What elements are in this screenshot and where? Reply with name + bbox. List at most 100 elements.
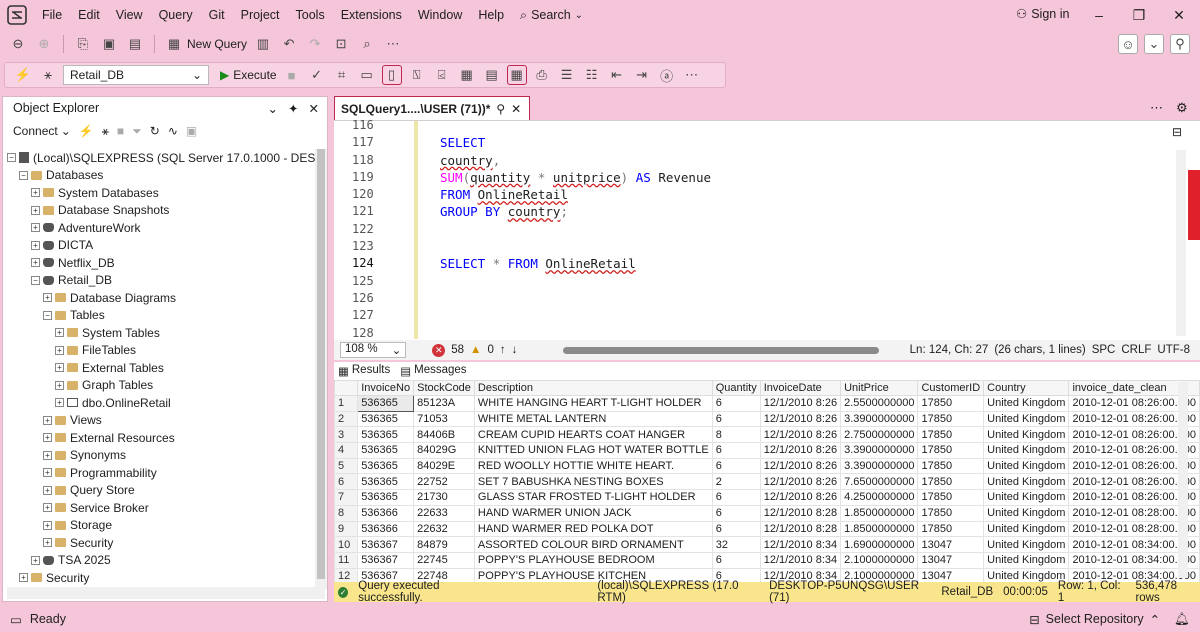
grid-cell[interactable]: 8 bbox=[711, 426, 761, 444]
expand-icon[interactable]: + bbox=[31, 188, 40, 198]
more-icon[interactable]: ⋯ bbox=[383, 34, 403, 54]
forward-icon[interactable]: ⊕ bbox=[34, 34, 54, 54]
grid-cell[interactable]: 13047 bbox=[917, 536, 985, 553]
results-to-text-icon[interactable]: ▯ bbox=[381, 65, 402, 85]
menu-item-query[interactable]: Query bbox=[151, 8, 201, 22]
menu-item-git[interactable]: Git bbox=[201, 8, 233, 22]
expand-icon[interactable]: + bbox=[43, 468, 52, 478]
grid-cell[interactable]: 1.8500000000 bbox=[840, 520, 919, 538]
grid-cell[interactable]: 32 bbox=[711, 536, 761, 553]
tree-node[interactable]: + Programmability bbox=[7, 464, 315, 482]
table-row[interactable]: 1 536365 85123A WHITE HANGING HEART T-LIGHT… bbox=[334, 395, 1200, 412]
specify-values-icon[interactable]: ⎙ bbox=[532, 65, 552, 85]
line-ending[interactable]: CRLF bbox=[1121, 344, 1151, 356]
spacing-mode[interactable]: SPC bbox=[1092, 344, 1116, 356]
grid-cell[interactable]: United Kingdom bbox=[983, 473, 1070, 491]
grid-cell[interactable]: 1.6900000000 bbox=[840, 536, 919, 553]
grid-cell[interactable]: United Kingdom bbox=[983, 567, 1070, 582]
tree-node[interactable]: + Security bbox=[7, 569, 315, 587]
grid-cell[interactable]: 84029G bbox=[413, 442, 475, 459]
arrow-up-icon[interactable]: ↑ bbox=[500, 344, 506, 356]
uncomment-icon[interactable]: ☷ bbox=[582, 65, 602, 85]
expand-icon[interactable]: + bbox=[43, 415, 52, 425]
grid-cell[interactable]: 6 bbox=[711, 442, 761, 459]
grid-cell[interactable]: 84879 bbox=[413, 536, 475, 553]
tree-node[interactable]: + Database Snapshots bbox=[7, 202, 315, 220]
grid-cell[interactable]: 536365 bbox=[357, 442, 415, 459]
tree-node[interactable]: + External Tables bbox=[7, 359, 315, 377]
grid-cell[interactable]: CREAM CUPID HEARTS COAT HANGER bbox=[473, 426, 713, 444]
grid-cell[interactable]: United Kingdom bbox=[983, 395, 1070, 412]
grid-cell[interactable]: 6 bbox=[711, 520, 761, 538]
expand-icon[interactable]: + bbox=[55, 380, 64, 390]
expand-icon[interactable]: + bbox=[31, 555, 40, 565]
column-header[interactable]: Country bbox=[983, 380, 1070, 396]
grid-cell[interactable]: 17850 bbox=[917, 426, 985, 444]
tree-node[interactable]: + DICTA bbox=[7, 237, 315, 255]
activity-monitor-icon[interactable]: ∿ bbox=[168, 124, 178, 138]
estimated-plan-icon[interactable]: ⌗ bbox=[332, 65, 352, 85]
table-row[interactable]: 3 536365 84406B CREAM CUPID HEARTS COAT HAN… bbox=[334, 426, 1200, 444]
row-number[interactable]: 1 bbox=[334, 395, 359, 412]
tree-node[interactable]: + TSA 2025 bbox=[7, 552, 315, 570]
grid-cell[interactable]: United Kingdom bbox=[983, 489, 1070, 506]
table-row[interactable]: 7 536365 21730 GLASS STAR FROSTED T-LIGHT H… bbox=[334, 489, 1200, 506]
chevron-down-icon[interactable]: ⌄ bbox=[268, 101, 278, 116]
query-file-icon[interactable]: ▥ bbox=[253, 34, 273, 54]
grid-cell[interactable]: 17850 bbox=[917, 504, 985, 522]
more-icon[interactable]: ⋯ bbox=[682, 65, 702, 85]
grid-cell[interactable]: 12/1/2010 8:26 bbox=[759, 395, 842, 412]
column-header[interactable]: Quantity bbox=[711, 380, 761, 396]
restore-button[interactable]: ❐ bbox=[1124, 4, 1154, 26]
grid-cell[interactable]: 12/1/2010 8:26 bbox=[759, 473, 842, 491]
grid-cell[interactable]: 1.8500000000 bbox=[840, 504, 919, 522]
pin-icon[interactable]: ✦ bbox=[288, 101, 298, 116]
select-repository-button[interactable]: ⊟ Select Repository ⌃ bbox=[1029, 612, 1160, 627]
grid-cell[interactable]: 536365 bbox=[357, 457, 415, 475]
grid-cell[interactable]: 71053 bbox=[413, 410, 475, 428]
tree-node[interactable]: + AdventureWork bbox=[7, 219, 315, 237]
connect-button[interactable]: Connect ⌄ bbox=[13, 124, 71, 138]
grid-cell[interactable]: 6 bbox=[711, 489, 761, 506]
grid-cell[interactable]: POPPY'S PLAYHOUSE BEDROOM bbox=[473, 551, 713, 569]
grid-cell[interactable]: United Kingdom bbox=[983, 536, 1070, 553]
grid-cell[interactable]: United Kingdom bbox=[983, 442, 1070, 459]
grid-cell[interactable]: 12/1/2010 8:26 bbox=[759, 426, 842, 444]
row-number[interactable]: 9 bbox=[334, 520, 359, 538]
more-icon[interactable]: ⋯ bbox=[1150, 100, 1163, 116]
tree-node[interactable]: − Tables bbox=[7, 307, 315, 325]
expand-icon[interactable]: + bbox=[31, 258, 40, 268]
tree-node[interactable]: + External Resources bbox=[7, 429, 315, 447]
table-row[interactable]: 5 536365 84029E RED WOOLLY HOTTIE WHITE HEA… bbox=[334, 457, 1200, 475]
grid-cell[interactable]: 17850 bbox=[917, 489, 985, 506]
menu-item-edit[interactable]: Edit bbox=[70, 8, 108, 22]
grid-cell[interactable]: United Kingdom bbox=[983, 551, 1070, 569]
undo-icon[interactable]: ↶ bbox=[279, 34, 299, 54]
collapse-icon[interactable]: − bbox=[43, 310, 52, 320]
collapse-icon[interactable]: − bbox=[31, 275, 40, 285]
grid-cell[interactable]: United Kingdom bbox=[983, 520, 1070, 538]
table-row[interactable]: 2 536365 71053 WHITE METAL LANTERN 6 12/1/201… bbox=[334, 410, 1200, 428]
grid-cell[interactable]: 3.3900000000 bbox=[840, 457, 919, 475]
grid-cell[interactable]: 6 bbox=[711, 410, 761, 428]
grid-cell[interactable]: 85123A bbox=[413, 395, 475, 412]
grid-cell[interactable]: HAND WARMER RED POLKA DOT bbox=[473, 520, 713, 538]
collapse-icon[interactable]: − bbox=[19, 170, 28, 180]
close-tab-icon[interactable]: ✕ bbox=[511, 102, 521, 116]
tree-node[interactable]: + Database Diagrams bbox=[7, 289, 315, 307]
table-row[interactable]: 8 536366 22633 HAND WARMER UNION JACK 6 12/1/… bbox=[334, 504, 1200, 522]
grid-cell[interactable]: 21730 bbox=[413, 489, 475, 506]
grid-cell[interactable]: 6 bbox=[711, 551, 761, 569]
grid-cell[interactable]: 536366 bbox=[357, 504, 415, 522]
table-row[interactable]: 9 536366 22632 HAND WARMER RED POLKA DOT 6 12… bbox=[334, 520, 1200, 538]
menu-item-project[interactable]: Project bbox=[233, 8, 288, 22]
grid-cell[interactable]: 84406B bbox=[413, 426, 475, 444]
grid-cell[interactable]: 536365 bbox=[357, 473, 415, 491]
grid-cell[interactable]: 2 bbox=[711, 473, 761, 491]
expand-icon[interactable]: + bbox=[55, 363, 64, 373]
tree-node[interactable]: + Synonyms bbox=[7, 447, 315, 465]
tree-node[interactable]: + dbo.OnlineRetail bbox=[7, 394, 315, 412]
grid-cell[interactable]: 22632 bbox=[413, 520, 475, 538]
results-to-grid-icon[interactable]: ▦ bbox=[506, 65, 527, 85]
save-all-icon[interactable]: ▤ bbox=[125, 34, 145, 54]
